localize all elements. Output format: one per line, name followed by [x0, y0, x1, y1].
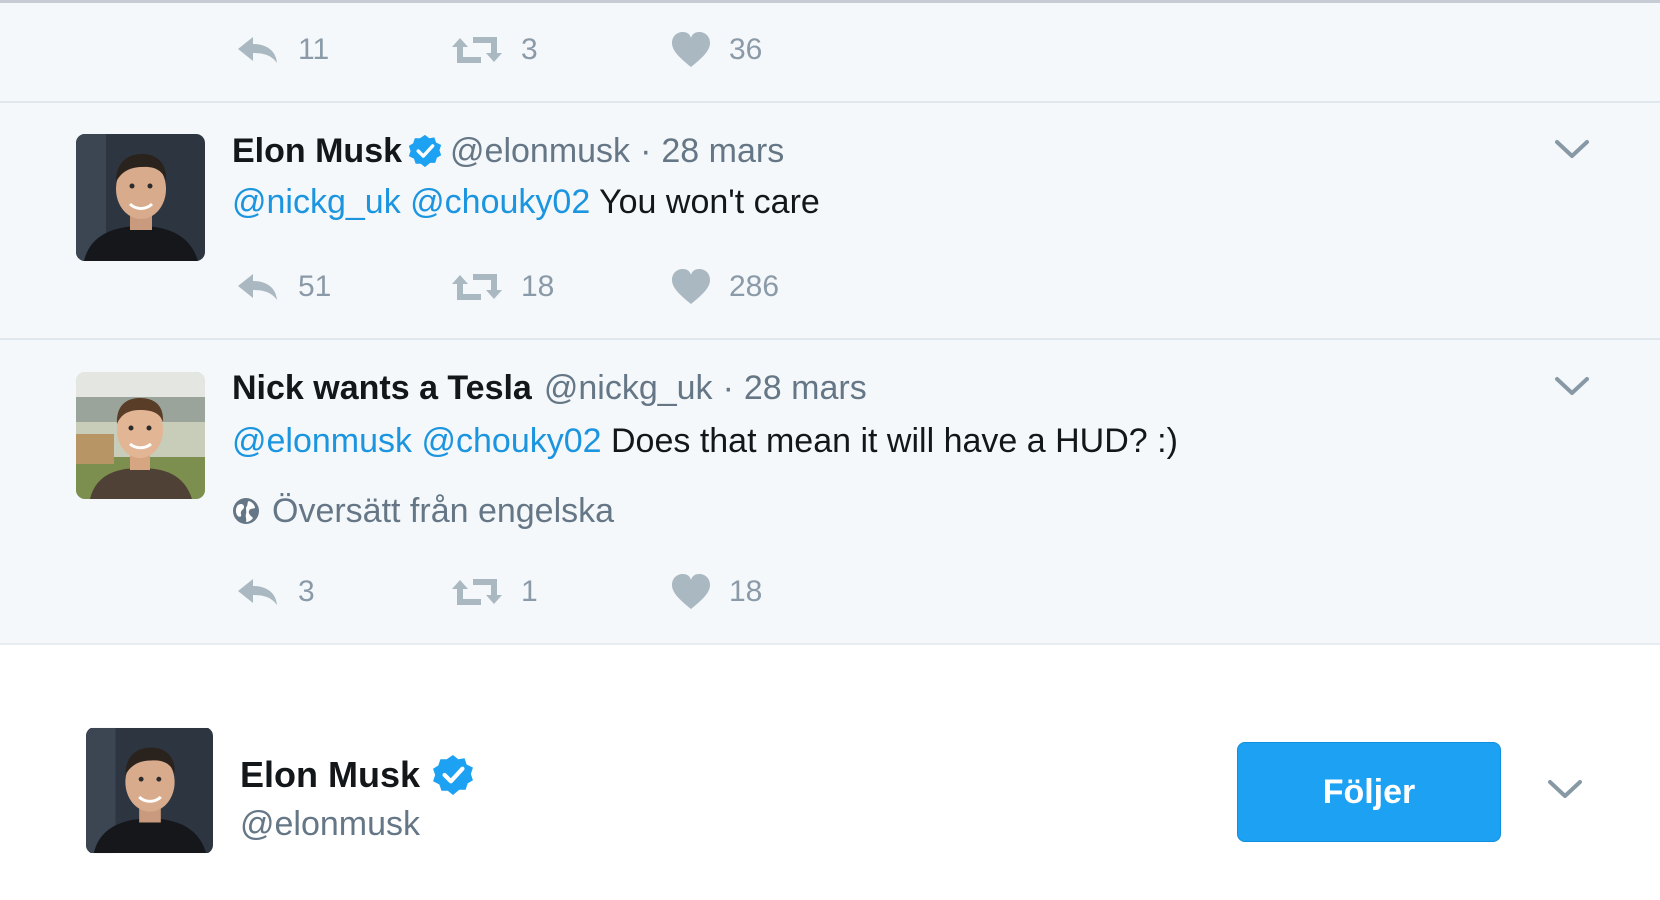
retweet-button[interactable]: 3 [451, 30, 538, 70]
retweet-icon [451, 576, 503, 608]
reply-count: 3 [298, 575, 315, 608]
tweet-header: Nick wants a Tesla @nickg_uk · 28 mars [232, 366, 867, 410]
profile-menu-chevron-icon[interactable] [1547, 777, 1583, 801]
heart-icon [671, 573, 711, 611]
avatar-image [76, 372, 205, 499]
tweet-body: You won't care [599, 183, 820, 221]
like-count: 36 [729, 33, 763, 66]
reply-count: 51 [298, 270, 332, 303]
reply-button[interactable]: 11 [236, 30, 329, 70]
tweet-divider [0, 338, 1660, 340]
tweet-thread [0, 0, 1660, 645]
reply-icon [236, 34, 280, 66]
tweet-menu-chevron-icon[interactable] [1554, 137, 1590, 161]
author-handle[interactable]: @nickg_uk [544, 369, 713, 408]
reply-count: 11 [298, 33, 330, 66]
profile-handle[interactable]: @elonmusk [240, 805, 420, 844]
thread-bottom-divider [0, 643, 1660, 645]
retweet-count: 1 [521, 575, 538, 608]
reply-icon [236, 271, 280, 303]
avatar[interactable] [76, 134, 205, 261]
tweet-header: Elon Musk @elonmusk · 28 mars [232, 129, 784, 173]
mention-link[interactable]: @elonmusk [232, 422, 412, 460]
like-count: 286 [729, 270, 780, 303]
reply-button[interactable]: 3 [236, 572, 315, 612]
mention-link[interactable]: @nickg_uk [232, 183, 401, 221]
heart-icon [671, 31, 711, 69]
mention-link[interactable]: @chouky02 [421, 422, 601, 460]
author-handle[interactable]: @elonmusk [450, 132, 630, 171]
retweet-count: 18 [521, 270, 555, 303]
profile-avatar-image [86, 727, 213, 854]
retweet-icon [451, 271, 503, 303]
mention-link[interactable]: @chouky02 [410, 183, 590, 221]
tweet-body: Does that mean it will have a HUD? :) [611, 422, 1178, 460]
retweet-button[interactable]: 1 [451, 572, 538, 612]
retweet-icon [451, 34, 503, 66]
verified-badge-icon [432, 754, 474, 796]
profile-name-label: Elon Musk [240, 754, 421, 795]
tweet-text: @elonmusk @chouky02 Does that mean it wi… [232, 422, 1178, 461]
tweet-divider [0, 101, 1660, 103]
separator-dot: · [640, 131, 652, 170]
separator-dot: · [722, 368, 734, 407]
reply-button[interactable]: 51 [236, 267, 331, 307]
author-name[interactable]: Elon Musk [232, 132, 402, 171]
heart-icon [671, 268, 711, 306]
translate-link[interactable]: Översätt från engelska [232, 491, 614, 531]
author-name[interactable]: Nick wants a Tesla [232, 369, 532, 408]
reply-icon [236, 576, 280, 608]
avatar[interactable] [76, 372, 205, 499]
tweet-timestamp[interactable]: 28 mars [661, 132, 784, 171]
globe-icon [232, 497, 260, 525]
profile-avatar[interactable] [86, 727, 213, 854]
verified-badge-icon [408, 134, 442, 168]
retweet-button[interactable]: 18 [451, 267, 554, 307]
like-count: 18 [729, 575, 763, 608]
profile-name[interactable]: Elon Musk [240, 752, 482, 798]
translate-label: Översätt från engelska [272, 491, 615, 530]
like-button[interactable]: 286 [671, 267, 779, 307]
like-button[interactable]: 18 [671, 572, 762, 612]
tweet-menu-chevron-icon[interactable] [1554, 374, 1590, 398]
thread-top-divider [0, 0, 1660, 3]
retweet-count: 3 [521, 33, 538, 66]
tweet-timestamp[interactable]: 28 mars [744, 369, 867, 408]
following-button[interactable]: Följer [1237, 742, 1501, 842]
tweet-text: @nickg_uk @chouky02 You won't care [232, 183, 820, 222]
avatar-image [76, 134, 205, 261]
like-button[interactable]: 36 [671, 30, 762, 70]
